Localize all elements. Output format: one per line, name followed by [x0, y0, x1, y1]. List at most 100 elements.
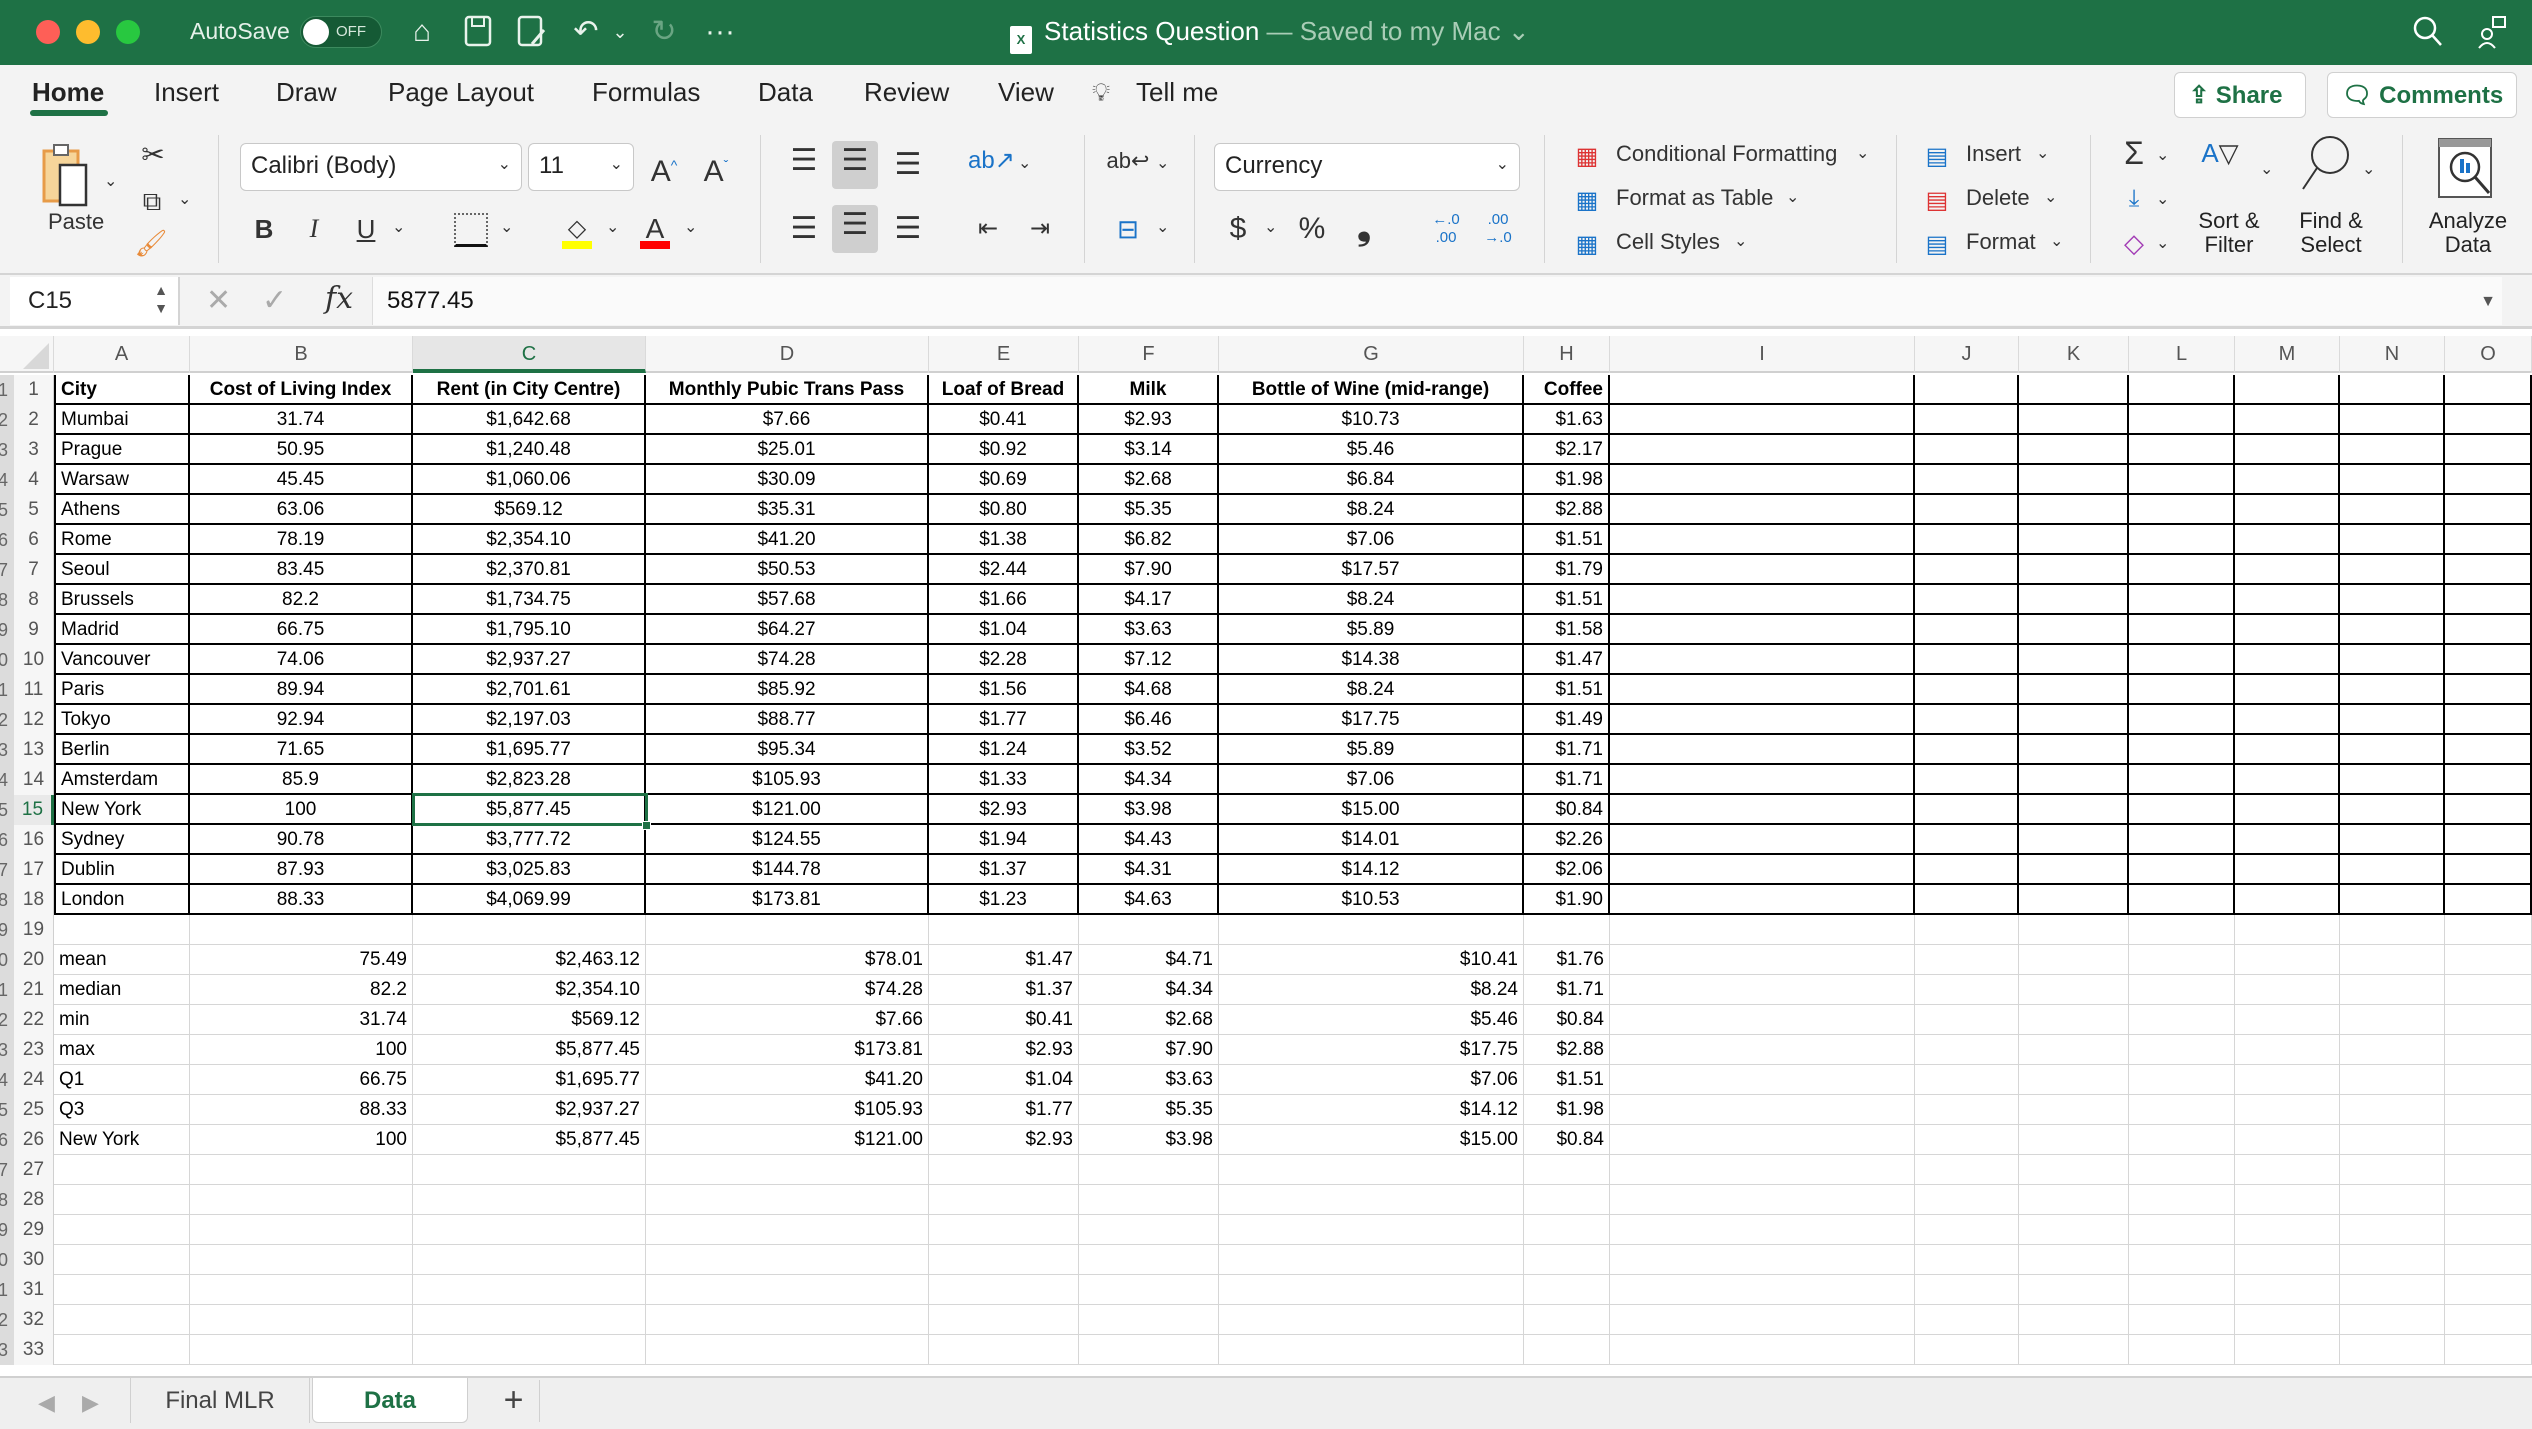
- cell-k28[interactable]: [2019, 1185, 2129, 1215]
- tab-home[interactable]: Home: [32, 77, 104, 108]
- cell-m19[interactable]: [2235, 915, 2340, 945]
- cell-n25[interactable]: [2340, 1095, 2445, 1125]
- cell-e15[interactable]: $2.93: [929, 795, 1079, 825]
- row-header[interactable]: 2: [14, 405, 54, 435]
- cell-i23[interactable]: [1610, 1035, 1915, 1065]
- cell-b18[interactable]: 88.33: [190, 885, 413, 915]
- cell-j32[interactable]: [1915, 1305, 2019, 1335]
- cell-m22[interactable]: [2235, 1005, 2340, 1035]
- cell-f21[interactable]: $4.34: [1079, 975, 1219, 1005]
- cell-n11[interactable]: [2340, 675, 2445, 705]
- cell-o15[interactable]: [2445, 795, 2532, 825]
- conditional-formatting-icon[interactable]: ▦: [1570, 137, 1604, 171]
- decrease-font-size-icon[interactable]: Aˇ: [696, 145, 736, 189]
- row-header[interactable]: 4: [14, 465, 54, 495]
- cell-b5[interactable]: 63.06: [190, 495, 413, 525]
- cell-styles-button[interactable]: Cell Styles: [1616, 229, 1720, 255]
- cell-d27[interactable]: [646, 1155, 929, 1185]
- cell-l31[interactable]: [2129, 1275, 2235, 1305]
- cell-n5[interactable]: [2340, 495, 2445, 525]
- cell-k31[interactable]: [2019, 1275, 2129, 1305]
- cell-f16[interactable]: $4.43: [1079, 825, 1219, 855]
- row-header[interactable]: 29: [14, 1215, 54, 1245]
- tell-me-search[interactable]: Tell me: [1136, 77, 1218, 108]
- cell-l10[interactable]: [2129, 645, 2235, 675]
- cell-o24[interactable]: [2445, 1065, 2532, 1095]
- select-all-button[interactable]: [14, 336, 54, 373]
- cell-e32[interactable]: [929, 1305, 1079, 1335]
- format-cells-icon[interactable]: ▤: [1920, 225, 1954, 259]
- cell-a15[interactable]: New York: [54, 795, 190, 825]
- cell-m14[interactable]: [2235, 765, 2340, 795]
- cell-i25[interactable]: [1610, 1095, 1915, 1125]
- column-header-b[interactable]: B: [190, 336, 413, 373]
- cell-o5[interactable]: [2445, 495, 2532, 525]
- cell-i10[interactable]: [1610, 645, 1915, 675]
- cell-e9[interactable]: $1.04: [929, 615, 1079, 645]
- format-as-table-icon[interactable]: ▦: [1570, 181, 1604, 215]
- cell-f25[interactable]: $5.35: [1079, 1095, 1219, 1125]
- cell-i24[interactable]: [1610, 1065, 1915, 1095]
- cell-o17[interactable]: [2445, 855, 2532, 885]
- cell-l32[interactable]: [2129, 1305, 2235, 1335]
- cell-k20[interactable]: [2019, 945, 2129, 975]
- row-header[interactable]: 16: [14, 825, 54, 855]
- cell-c22[interactable]: $569.12: [413, 1005, 646, 1035]
- cell-m4[interactable]: [2235, 465, 2340, 495]
- cell-n28[interactable]: [2340, 1185, 2445, 1215]
- cell-b4[interactable]: 45.45: [190, 465, 413, 495]
- cell-i13[interactable]: [1610, 735, 1915, 765]
- cell-b28[interactable]: [190, 1185, 413, 1215]
- cell-e33[interactable]: [929, 1335, 1079, 1365]
- font-color-icon[interactable]: A: [638, 209, 672, 249]
- cell-n19[interactable]: [2340, 915, 2445, 945]
- search-icon[interactable]: [2408, 14, 2448, 50]
- cell-l22[interactable]: [2129, 1005, 2235, 1035]
- fill-handle[interactable]: [642, 821, 651, 830]
- cell-i7[interactable]: [1610, 555, 1915, 585]
- copy-dropdown-icon[interactable]: ⌄: [178, 189, 191, 209]
- cell-h11[interactable]: $1.51: [1524, 675, 1610, 705]
- cell-c13[interactable]: $1,695.77: [413, 735, 646, 765]
- cell-b12[interactable]: 92.94: [190, 705, 413, 735]
- cell-m13[interactable]: [2235, 735, 2340, 765]
- cell-j10[interactable]: [1915, 645, 2019, 675]
- cell-k9[interactable]: [2019, 615, 2129, 645]
- cell-c25[interactable]: $2,937.27: [413, 1095, 646, 1125]
- cell-g25[interactable]: $14.12: [1219, 1095, 1524, 1125]
- cell-h30[interactable]: [1524, 1245, 1610, 1275]
- autosum-icon[interactable]: Σ: [2116, 133, 2152, 173]
- column-header-c[interactable]: C: [413, 336, 646, 373]
- cell-j33[interactable]: [1915, 1335, 2019, 1365]
- cell-h10[interactable]: $1.47: [1524, 645, 1610, 675]
- cell-o26[interactable]: [2445, 1125, 2532, 1155]
- cell-g12[interactable]: $17.75: [1219, 705, 1524, 735]
- cell-k23[interactable]: [2019, 1035, 2129, 1065]
- cell-e12[interactable]: $1.77: [929, 705, 1079, 735]
- cell-c20[interactable]: $2,463.12: [413, 945, 646, 975]
- cell-h8[interactable]: $1.51: [1524, 585, 1610, 615]
- cell-m26[interactable]: [2235, 1125, 2340, 1155]
- bold-button[interactable]: B: [248, 209, 280, 249]
- cell-k5[interactable]: [2019, 495, 2129, 525]
- cell-g10[interactable]: $14.38: [1219, 645, 1524, 675]
- cell-l30[interactable]: [2129, 1245, 2235, 1275]
- cell-d22[interactable]: $7.66: [646, 1005, 929, 1035]
- cell-f3[interactable]: $3.14: [1079, 435, 1219, 465]
- cell-e10[interactable]: $2.28: [929, 645, 1079, 675]
- cell-n20[interactable]: [2340, 945, 2445, 975]
- cell-h20[interactable]: $1.76: [1524, 945, 1610, 975]
- cell-l11[interactable]: [2129, 675, 2235, 705]
- cell-g13[interactable]: $5.89: [1219, 735, 1524, 765]
- cell-e8[interactable]: $1.66: [929, 585, 1079, 615]
- cell-c29[interactable]: [413, 1215, 646, 1245]
- document-title[interactable]: X Statistics Question — Saved to my Mac ⌄: [1010, 16, 1530, 54]
- cell-c11[interactable]: $2,701.61: [413, 675, 646, 705]
- format-cells-button[interactable]: Format: [1966, 229, 2036, 255]
- cell-j31[interactable]: [1915, 1275, 2019, 1305]
- cell-j30[interactable]: [1915, 1245, 2019, 1275]
- cell-d19[interactable]: [646, 915, 929, 945]
- cell-c32[interactable]: [413, 1305, 646, 1335]
- cell-b20[interactable]: 75.49: [190, 945, 413, 975]
- cell-l8[interactable]: [2129, 585, 2235, 615]
